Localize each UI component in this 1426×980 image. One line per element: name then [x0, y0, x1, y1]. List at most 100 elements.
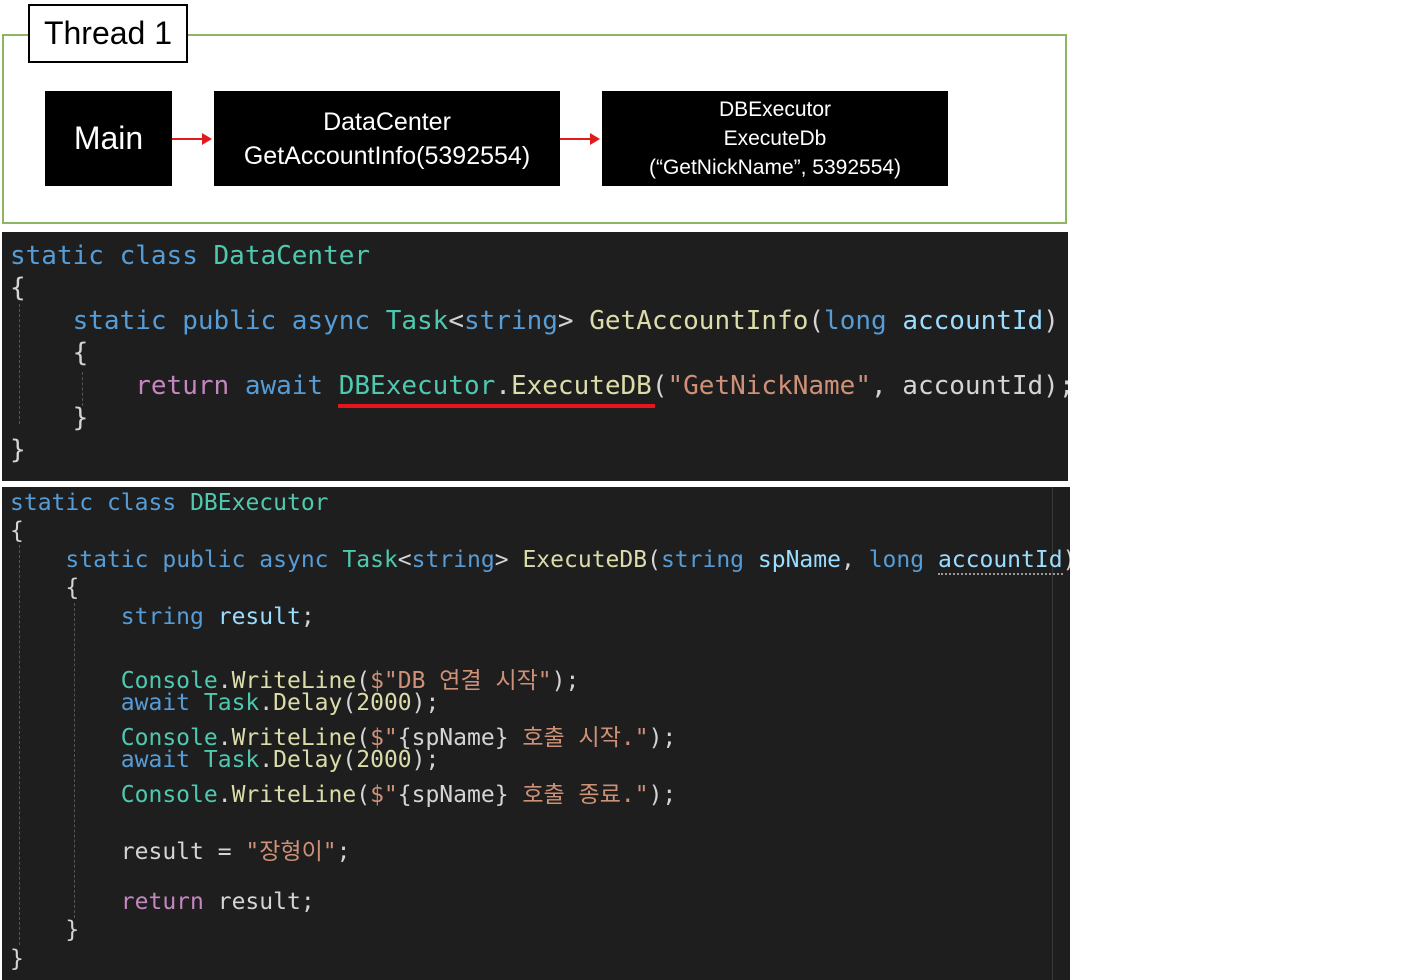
code-token: async	[259, 547, 329, 573]
node-main: Main	[45, 91, 172, 186]
code-token: await	[244, 371, 324, 401]
code-token: Task	[203, 747, 260, 773]
code-token: return	[135, 371, 230, 401]
code-token: accountId	[937, 547, 1063, 575]
code-token: 호출 시작."	[508, 725, 649, 751]
code-panel-dbexecutor: static class DBExecutor { static public …	[2, 487, 1070, 980]
code-line: {	[10, 338, 89, 368]
code-token: await	[120, 747, 191, 773]
code-token: >	[494, 547, 523, 573]
code-token: result =	[120, 839, 246, 865]
code-token: (	[651, 371, 668, 401]
code-token: $"	[370, 782, 398, 808]
code-token: return	[120, 889, 204, 915]
code-line: }	[10, 917, 80, 943]
code-token: Task	[342, 547, 398, 573]
code-token: );	[648, 725, 677, 751]
code-line: static class DBExecutor	[10, 490, 329, 516]
code-token: .	[495, 371, 511, 401]
code-token: 호출 종료."	[508, 782, 649, 808]
code-token: (	[647, 547, 661, 573]
code-panel-datacenter: static class DataCenter { static public …	[2, 232, 1068, 481]
code-line: {	[10, 518, 24, 544]
code-line: static public async Task<string> Execute…	[10, 547, 1070, 575]
code-token: spName	[757, 547, 841, 573]
code-token: Console	[120, 782, 218, 808]
code-line: return await DBExecutor.ExecuteDB("GetNi…	[10, 371, 1068, 401]
code-token: 2000	[356, 690, 412, 716]
node-dbexecutor-method: ExecuteDb	[723, 127, 827, 150]
code-token: ExecuteDB	[522, 547, 648, 573]
code-token: string	[660, 547, 745, 573]
code-token: public	[162, 547, 246, 573]
code-token: WriteLine	[231, 782, 357, 808]
code-token: ;	[336, 839, 351, 865]
code-token: );	[411, 690, 440, 716]
code-token: long	[824, 306, 887, 336]
thread-label: Thread 1	[28, 4, 188, 63]
code-token: (	[356, 782, 371, 808]
code-token: static	[10, 490, 94, 516]
code-token: string	[464, 306, 558, 336]
node-datacenter: DataCenter GetAccountInfo(5392554)	[214, 91, 560, 186]
code-token: ;	[300, 604, 315, 630]
code-line: }	[10, 403, 89, 433]
code-line: result = "장형이";	[10, 832, 351, 866]
code-token: string	[120, 604, 204, 630]
code-token: .	[217, 782, 232, 808]
code-token: );	[551, 668, 580, 694]
code-line: string result;	[10, 604, 315, 630]
code-token: Delay	[273, 690, 343, 716]
node-main-label: Main	[73, 120, 144, 156]
code-token: static	[10, 241, 104, 271]
code-token: (	[808, 306, 825, 336]
code-line: await Task.Delay(2000);	[10, 690, 440, 716]
code-line: }	[10, 946, 24, 972]
code-token: , accountId);	[871, 371, 1068, 401]
node-dbexecutor: DBExecutor ExecuteDb (“GetNickName”, 539…	[602, 91, 948, 186]
code-token: "장형이"	[245, 839, 337, 865]
code-line: static public async Task<string> GetAcco…	[10, 306, 1059, 336]
code-token: result;	[217, 889, 315, 915]
code-token: long	[868, 547, 925, 573]
code-token: )	[1063, 547, 1070, 573]
code-token: {spName}	[397, 782, 509, 808]
code-token: async	[291, 306, 371, 336]
code-token: "GetNickName"	[667, 371, 872, 401]
code-line: }	[10, 435, 26, 465]
code-token: GetAccountInfo	[589, 306, 809, 336]
code-line: static class DataCenter	[10, 241, 370, 271]
code-token: static	[65, 547, 149, 573]
code-token: >	[557, 306, 590, 336]
code-token: await	[120, 690, 191, 716]
code-token: string	[411, 547, 495, 573]
code-token: result	[217, 604, 301, 630]
node-dbexecutor-args: (“GetNickName”, 5392554)	[648, 156, 902, 179]
code-token: Task	[203, 690, 260, 716]
code-token: accountId	[902, 306, 1044, 336]
code-token: public	[182, 306, 277, 336]
code-token: )	[1043, 306, 1059, 336]
code-token: .	[259, 690, 274, 716]
code-token: );	[648, 782, 677, 808]
code-line: Console.WriteLine($"{spName} 호출 종료.");	[10, 775, 677, 809]
code-line: {	[10, 575, 80, 601]
